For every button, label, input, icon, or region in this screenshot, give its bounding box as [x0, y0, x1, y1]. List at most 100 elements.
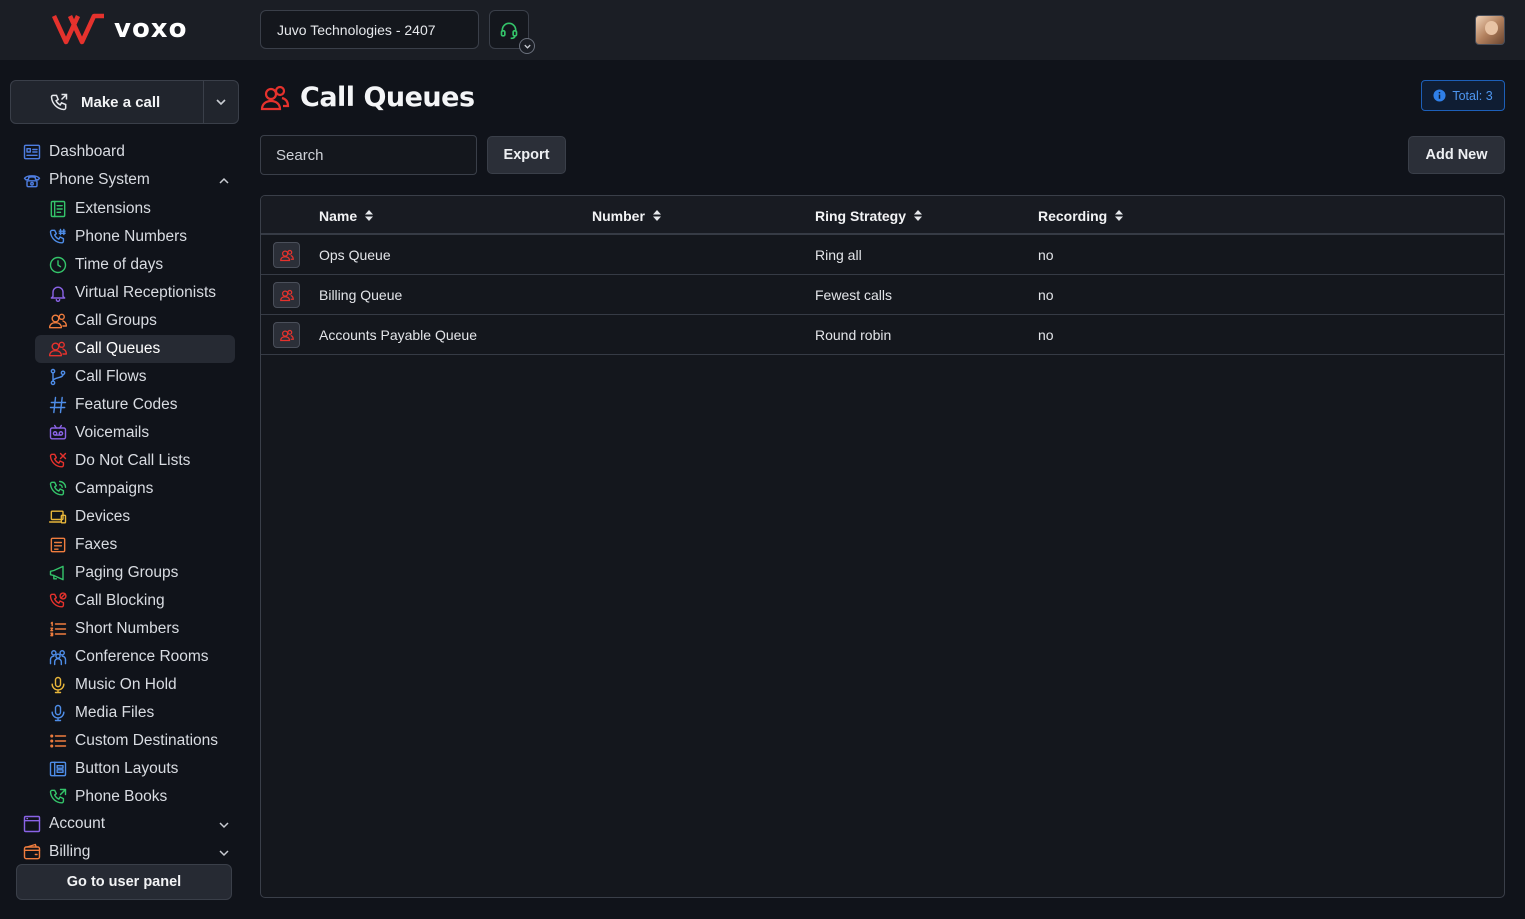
sidebar-item-dashboard[interactable]: Dashboard — [22, 138, 240, 166]
button-layouts-icon — [48, 759, 68, 779]
sidebar-item-faxes[interactable]: Faxes — [35, 531, 235, 559]
sort-icon — [652, 210, 661, 221]
headset-button[interactable] — [489, 10, 535, 54]
sidebar-item-paging-groups[interactable]: Paging Groups — [35, 559, 235, 587]
chevron-down-icon[interactable] — [519, 38, 535, 54]
go-to-user-panel-button[interactable]: Go to user panel — [16, 864, 232, 900]
sidebar-item-phone-numbers[interactable]: Phone Numbers — [35, 223, 235, 251]
cell-recording: no — [1038, 287, 1054, 303]
phone-numbers-icon — [48, 227, 68, 247]
make-call-label: Make a call — [81, 93, 161, 111]
sidebar-item-label: Time of days — [75, 256, 164, 273]
sidebar-item-label: Phone System — [49, 171, 150, 188]
conference-icon — [48, 647, 68, 667]
sidebar-item-label: Devices — [75, 508, 131, 525]
sort-icon — [1115, 210, 1124, 221]
headset-icon — [500, 22, 518, 39]
make-call-dropdown[interactable] — [203, 81, 238, 123]
table-header: Name Number Ring Strategy Recording — [261, 196, 1504, 235]
sidebar-item-call-groups[interactable]: Call Groups — [35, 307, 235, 335]
page-header: Call Queues — [260, 82, 475, 113]
list-icon — [48, 731, 68, 751]
sidebar-item-voicemails[interactable]: Voicemails — [35, 419, 235, 447]
call-groups-icon — [48, 311, 68, 331]
sidebar-item-button-layouts[interactable]: Button Layouts — [35, 755, 235, 783]
sidebar-item-devices[interactable]: Devices — [35, 503, 235, 531]
column-header-ring-strategy[interactable]: Ring Strategy — [815, 196, 923, 235]
cell-ring-strategy: Ring all — [815, 247, 862, 263]
call-queues-icon — [260, 85, 290, 110]
add-new-button[interactable]: Add New — [1408, 136, 1505, 174]
megaphone-icon — [48, 563, 68, 583]
sidebar-item-call-queues[interactable]: Call Queues — [35, 335, 235, 363]
column-header-recording[interactable]: Recording — [1038, 196, 1124, 235]
sidebar-item-label: Custom Destinations — [75, 732, 219, 749]
table-row[interactable]: Billing Queue Fewest calls no — [261, 275, 1504, 315]
call-queues-icon — [48, 339, 68, 359]
sort-icon — [914, 210, 923, 221]
sidebar-item-campaigns[interactable]: Campaigns — [35, 475, 235, 503]
sidebar-item-extensions[interactable]: Extensions — [35, 195, 235, 223]
do-not-call-icon — [48, 451, 68, 471]
sidebar-item-music-on-hold[interactable]: Music On Hold — [35, 671, 235, 699]
sidebar-item-media-files[interactable]: Media Files — [35, 699, 235, 727]
cell-recording: no — [1038, 247, 1054, 263]
sidebar-item-label: Short Numbers — [75, 620, 180, 637]
sidebar-item-phone-books[interactable]: Phone Books — [35, 783, 235, 811]
voxo-logo-mark-icon — [52, 13, 104, 45]
sidebar-item-account[interactable]: Account — [22, 810, 240, 838]
make-call-split-button: Make a call — [10, 80, 239, 124]
sidebar-item-time-of-days[interactable]: Time of days — [35, 251, 235, 279]
export-label: Export — [503, 147, 550, 163]
sidebar-item-feature-codes[interactable]: Feature Codes — [35, 391, 235, 419]
call-blocking-icon — [48, 591, 68, 611]
cell-name: Ops Queue — [319, 247, 391, 263]
sidebar-item-do-not-call-lists[interactable]: Do Not Call Lists — [35, 447, 235, 475]
branch-icon — [48, 367, 68, 387]
bell-icon — [48, 283, 68, 303]
sidebar-item-call-blocking[interactable]: Call Blocking — [35, 587, 235, 615]
brand-name: voxo — [114, 14, 188, 44]
chevron-up-icon[interactable] — [218, 174, 230, 192]
sidebar-item-label: Extensions — [75, 200, 151, 217]
cell-ring-strategy: Fewest calls — [815, 287, 893, 303]
sidebar-item-call-flows[interactable]: Call Flows — [35, 363, 235, 391]
sidebar-item-billing[interactable]: Billing — [22, 838, 240, 866]
numbered-list-icon — [48, 619, 68, 639]
tenant-selector[interactable]: Juvo Technologies - 2407 — [260, 10, 479, 49]
make-call-button[interactable]: Make a call — [11, 81, 203, 123]
table-row[interactable]: Accounts Payable Queue Round robin no — [261, 315, 1504, 355]
phone-outgoing-icon — [50, 93, 68, 111]
column-header-number[interactable]: Number — [592, 196, 662, 235]
table-row[interactable]: Ops Queue Ring all no — [261, 235, 1504, 275]
sidebar-item-short-numbers[interactable]: Short Numbers — [35, 615, 235, 643]
search-input[interactable] — [260, 135, 477, 175]
extensions-icon — [48, 199, 68, 219]
sidebar-item-conference-rooms[interactable]: Conference Rooms — [35, 643, 235, 671]
chevron-down-icon[interactable] — [218, 818, 230, 836]
sidebar-item-label: Call Groups — [75, 312, 157, 329]
sidebar-item-label: Phone Books — [75, 788, 168, 805]
chevron-down-icon[interactable] — [218, 846, 230, 864]
chevron-down-icon — [216, 99, 226, 106]
sidebar-item-phone-system[interactable]: Phone System — [22, 166, 240, 194]
sidebar-item-label: Campaigns — [75, 480, 154, 497]
cell-recording: no — [1038, 327, 1054, 343]
cell-name: Accounts Payable Queue — [319, 327, 477, 343]
sidebar-item-virtual-receptionists[interactable]: Virtual Receptionists — [35, 279, 235, 307]
call-queues-icon[interactable] — [273, 242, 300, 268]
call-queues-icon[interactable] — [273, 322, 300, 348]
sidebar-item-label: Call Blocking — [75, 592, 165, 609]
phone-system-icon — [22, 170, 42, 190]
call-queues-table: Name Number Ring Strategy Recording Ops … — [260, 195, 1505, 898]
top-bar: voxo Juvo Technologies - 2407 — [0, 0, 1525, 60]
add-new-label: Add New — [1425, 147, 1488, 163]
column-header-name[interactable]: Name — [319, 196, 374, 235]
dashboard-icon — [22, 142, 42, 162]
user-avatar[interactable] — [1475, 15, 1505, 45]
voxo-logo[interactable]: voxo — [52, 13, 187, 45]
export-button[interactable]: Export — [487, 136, 566, 174]
sidebar-item-label: Faxes — [75, 536, 118, 553]
sidebar-item-custom-destinations[interactable]: Custom Destinations — [35, 727, 235, 755]
call-queues-icon[interactable] — [273, 282, 300, 308]
